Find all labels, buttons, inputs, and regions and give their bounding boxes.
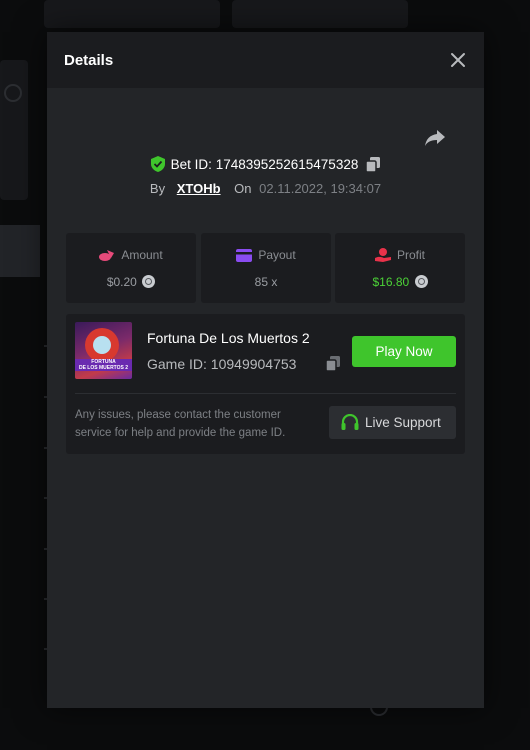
close-icon[interactable] bbox=[448, 50, 468, 70]
modal-header: Details bbox=[47, 32, 484, 88]
by-label: By bbox=[149, 181, 166, 196]
stat-value: $16.80 bbox=[335, 275, 465, 289]
game-thumbnail[interactable]: FORTUNA DE LOS MUERTOS 2 bbox=[75, 322, 132, 379]
modal-title: Details bbox=[64, 52, 114, 69]
copy-icon[interactable] bbox=[365, 157, 381, 175]
stat-label: Payout bbox=[201, 248, 331, 262]
stat-label: Profit bbox=[335, 248, 465, 262]
background-card bbox=[232, 0, 408, 28]
stat-label: Amount bbox=[66, 248, 196, 262]
background-card bbox=[44, 0, 220, 28]
character-face bbox=[93, 336, 111, 354]
hand-coin-icon bbox=[374, 248, 391, 262]
game-name: Fortuna De Los Muertos 2 bbox=[147, 330, 310, 346]
bet-date: 02.11.2022, 19:34:07 bbox=[259, 181, 382, 196]
headset-icon bbox=[341, 413, 359, 434]
stat-value: 85 x bbox=[254, 275, 278, 289]
divider bbox=[75, 393, 456, 394]
background-bar bbox=[0, 225, 40, 277]
username-link[interactable]: XTOHb bbox=[177, 181, 221, 196]
background-panel bbox=[0, 60, 28, 200]
on-label: On bbox=[234, 181, 252, 196]
copy-game-id-icon[interactable] bbox=[325, 356, 340, 376]
coin-icon bbox=[142, 275, 156, 288]
background-info-icon bbox=[4, 84, 22, 102]
bet-id-line: Bet ID: 1748395252615475328 bbox=[47, 156, 484, 175]
coin-icon bbox=[414, 275, 428, 288]
stat-amount: Amount $0.20 bbox=[66, 233, 196, 303]
live-support-button[interactable]: Live Support bbox=[329, 406, 456, 439]
shield-check-icon bbox=[150, 156, 165, 175]
share-icon[interactable] bbox=[423, 128, 447, 148]
stat-value: $0.20 bbox=[66, 275, 196, 289]
stat-payout: Payout 85 x bbox=[201, 233, 331, 303]
support-help-text: Any issues, please contact the customer … bbox=[75, 409, 286, 439]
card-icon bbox=[236, 249, 253, 262]
bet-author-line: By XTOHb On 02.11.2022, 19:34:07 bbox=[47, 181, 484, 196]
game-id: Game ID: 10949904753 bbox=[147, 356, 297, 372]
game-panel: FORTUNA DE LOS MUERTOS 2 Fortuna De Los M… bbox=[66, 314, 465, 454]
coins-icon bbox=[99, 250, 115, 261]
stat-profit: Profit $16.80 bbox=[335, 233, 465, 303]
bet-stats: Amount $0.20 Payout 85 x Profit $16.80 bbox=[66, 233, 465, 303]
bet-details-modal: Details Bet ID: 1748395252615475328 By X… bbox=[47, 32, 484, 708]
bet-id-value: 1748395252615475328 bbox=[215, 157, 359, 172]
play-now-button[interactable]: Play Now bbox=[352, 336, 456, 367]
bet-id-label: Bet ID: bbox=[170, 157, 212, 172]
game-logo: FORTUNA DE LOS MUERTOS 2 bbox=[75, 359, 132, 371]
